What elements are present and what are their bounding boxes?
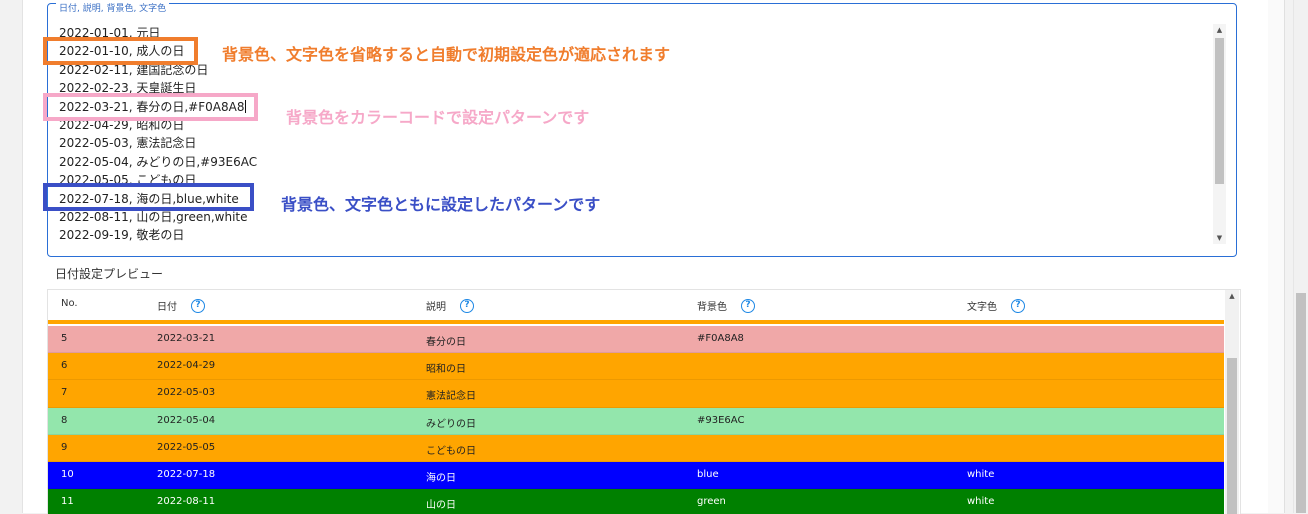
cell-description: みどりの日 (426, 418, 476, 430)
cell-text-color: white (967, 496, 995, 508)
header-background-color: 背景色? (697, 298, 755, 313)
cell-description: 海の日 (426, 472, 456, 484)
table-scrollbar-thumb[interactable] (1227, 358, 1237, 514)
cell-description: 昭和の日 (426, 364, 466, 376)
date-line: 2022-09-19, 敬老の日 (59, 228, 185, 243)
cell-description: 春分の日 (426, 337, 466, 348)
textarea-scrollbar[interactable]: ▲ ▼ (1213, 24, 1226, 244)
cell-no: 7 (61, 387, 68, 399)
annotation-blue: 背景色、文字色ともに設定したパターンです (281, 195, 601, 214)
cell-date: 2022-03-21 (157, 333, 216, 344)
header-label: 説明 (426, 302, 446, 313)
cell-background-color: green (697, 496, 726, 508)
page-scrollbar[interactable] (1293, 0, 1308, 513)
help-icon[interactable]: ? (191, 298, 205, 313)
date-line: 2022-05-03, 憲法記念日 (59, 136, 197, 151)
help-icon[interactable]: ? (460, 298, 474, 313)
header-date: 日付? (157, 298, 205, 313)
table-row[interactable]: 7 2022-05-03 憲法記念日 (48, 380, 1224, 408)
scroll-up-arrow-icon[interactable]: ▲ (1225, 290, 1239, 302)
header-label: 文字色 (967, 302, 997, 313)
cell-no: 5 (61, 333, 68, 344)
cell-description: こどもの日 (426, 445, 476, 457)
table-row[interactable]: 5 2022-03-21 春分の日 #F0A8A8 (48, 326, 1224, 354)
help-icon[interactable]: ? (741, 298, 755, 313)
cell-no: 10 (61, 468, 74, 480)
header-label: 背景色 (697, 302, 727, 313)
cell-no: 9 (61, 441, 68, 453)
scroll-up-arrow-icon[interactable]: ▲ (1213, 24, 1226, 36)
header-label: 日付 (157, 302, 177, 313)
cell-date: 2022-05-03 (157, 387, 216, 399)
table-row[interactable]: 6 2022-04-29 昭和の日 (48, 353, 1224, 381)
highlight-box-blue (43, 183, 254, 211)
table-row[interactable]: 11 2022-08-11 山の日 green white (48, 489, 1224, 514)
highlight-box-pink (43, 93, 258, 121)
textarea-scrollbar-thumb[interactable] (1215, 38, 1224, 184)
header-no: No. (61, 298, 78, 309)
cell-text-color: white (967, 468, 995, 480)
page-scrollbar-thumb[interactable] (1296, 293, 1306, 513)
table-header: No. 日付? 説明? 背景色? 文字色? (48, 290, 1224, 320)
partially-scrolled-row (48, 320, 1224, 324)
cell-description: 憲法記念日 (426, 391, 476, 403)
preview-title: 日付設定プレビュー (55, 267, 164, 281)
scroll-down-arrow-icon[interactable]: ▼ (1213, 232, 1226, 244)
cell-background-color: #F0A8A8 (697, 333, 744, 344)
cell-date: 2022-04-29 (157, 360, 216, 372)
help-icon[interactable]: ? (1011, 298, 1025, 313)
cell-background-color: blue (697, 468, 719, 480)
cell-date: 2022-08-11 (157, 496, 216, 508)
cell-date: 2022-05-04 (157, 414, 216, 426)
cell-date: 2022-07-18 (157, 468, 216, 480)
table-row[interactable]: 10 2022-07-18 海の日 blue white (48, 461, 1224, 490)
side-gutter (1268, 0, 1285, 513)
date-line: 2022-05-04, みどりの日,#93E6AC (59, 154, 258, 169)
cell-no: 11 (61, 496, 74, 508)
table-scrollbar[interactable]: ▲ (1225, 290, 1239, 514)
table-row[interactable]: 9 2022-05-05 こどもの日 (48, 434, 1224, 462)
cell-no: 6 (61, 360, 68, 372)
highlight-box-orange (43, 37, 198, 65)
table-body: 5 2022-03-21 春分の日 #F0A8A8 6 2022-04-29 昭和の日 7 20… (48, 326, 1224, 514)
header-text-color: 文字色? (967, 298, 1025, 313)
header-label: No. (61, 298, 78, 309)
date-settings-legend: 日付, 説明, 背景色, 文字色 (56, 3, 170, 15)
preview-table: No. 日付? 説明? 背景色? 文字色? 5 2022-03-21 春分の日 #F0… (47, 289, 1241, 514)
annotation-pink: 背景色をカラーコードで設定パターンです (286, 108, 590, 127)
cell-date: 2022-05-05 (157, 441, 216, 453)
cell-no: 8 (61, 414, 68, 426)
table-row[interactable]: 8 2022-05-04 みどりの日 #93E6AC (48, 407, 1224, 435)
cell-description: 山の日 (426, 500, 456, 512)
annotation-orange: 背景色、文字色を省略すると自動で初期設定色が適応されます (222, 45, 671, 64)
header-description: 説明? (426, 298, 474, 313)
cell-background-color: #93E6AC (697, 414, 745, 426)
